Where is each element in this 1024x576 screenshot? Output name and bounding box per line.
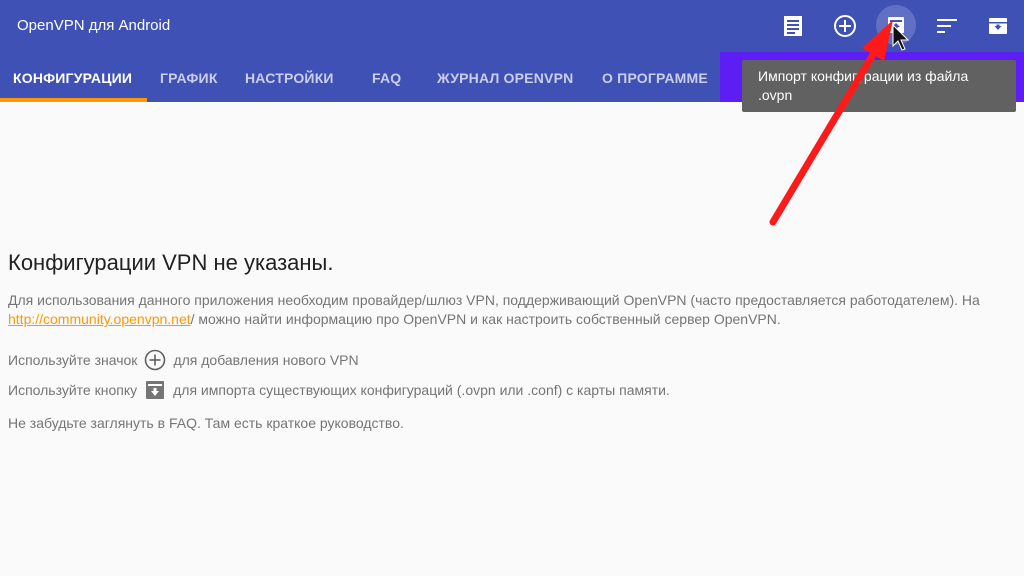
- import-icon: [888, 17, 904, 33]
- import-icon: [143, 378, 167, 402]
- tab-faq[interactable]: FAQ: [372, 58, 401, 98]
- tab-graph[interactable]: ГРАФИК: [160, 58, 218, 98]
- log-icon: [784, 16, 802, 36]
- archive-icon: [989, 18, 1007, 34]
- add-hint: Используйте значок для добавления нового…: [8, 347, 359, 373]
- add-hint-after: для добавления нового VPN: [173, 352, 359, 368]
- import-hint: Используйте кнопку для импорта существую…: [8, 377, 670, 403]
- tab-configurations[interactable]: КОНФИГУРАЦИИ: [13, 58, 132, 98]
- app-title: OpenVPN для Android: [17, 17, 171, 34]
- empty-state-title: Конфигурации VPN не указаны.: [8, 250, 334, 275]
- intro-text-after: / можно найти информацию про OpenVPN и к…: [190, 311, 781, 327]
- add-circle-icon: [143, 348, 167, 372]
- tab-settings[interactable]: НАСТРОЙКИ: [245, 58, 334, 98]
- import-hint-before: Используйте кнопку: [8, 382, 138, 398]
- add-profile-button[interactable]: [829, 10, 861, 42]
- faq-hint: Не забудьте заглянуть в FAQ. Там есть кр…: [8, 415, 404, 431]
- import-button[interactable]: [876, 5, 916, 45]
- sort-button[interactable]: [931, 10, 963, 42]
- empty-state-intro: Для использования данного приложения нео…: [8, 291, 1008, 329]
- intro-text-before: Для использования данного приложения нео…: [8, 292, 980, 308]
- archive-button[interactable]: [982, 10, 1014, 42]
- tab-about[interactable]: О ПРОГРАММЕ: [602, 58, 708, 98]
- log-button[interactable]: [777, 10, 809, 42]
- sort-icon: [937, 19, 957, 33]
- tab-indicator: [0, 98, 147, 102]
- import-hint-after: для импорта существующих конфигураций (.…: [173, 382, 670, 398]
- add-circle-icon: [834, 15, 856, 37]
- add-hint-before: Используйте значок: [8, 352, 138, 368]
- community-link[interactable]: http://community.openvpn.net: [8, 311, 191, 327]
- import-tooltip: Импорт конфигурации из файла .ovpn: [742, 60, 1016, 112]
- tab-log[interactable]: ЖУРНАЛ OPENVPN: [437, 58, 573, 98]
